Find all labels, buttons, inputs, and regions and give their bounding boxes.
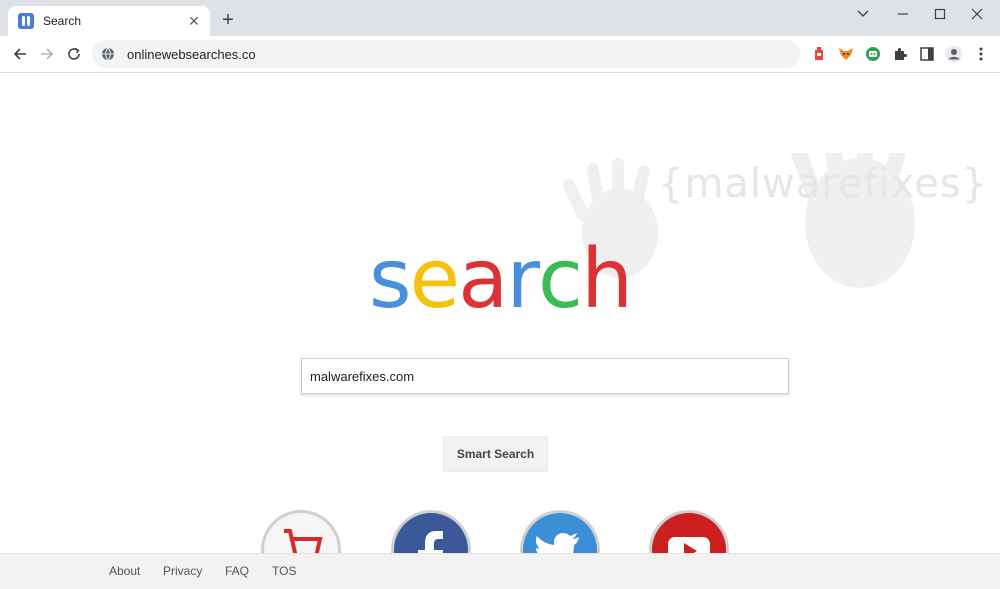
extension-red-icon[interactable] [810,45,828,63]
page-content: {malwarefixes} search Smart Search [0,73,1000,588]
footer-link-about[interactable]: About [109,564,140,578]
footer-link-privacy[interactable]: Privacy [163,564,202,578]
tab-title: Search [43,14,82,28]
profile-icon[interactable] [945,45,963,63]
url-text: onlinewebsearches.co [127,46,256,62]
browser-tab[interactable]: Search ✕ [8,6,210,36]
search-box [301,358,789,394]
site-favicon [18,13,34,29]
search-input[interactable] [308,359,782,393]
watermark-text: {malwarefixes} [658,161,988,207]
logo-letter: h [581,232,633,327]
logo-letter: c [538,232,583,327]
smart-search-button[interactable]: Smart Search [443,436,548,472]
footer-link-faq[interactable]: FAQ [225,564,249,578]
title-bar: Search ✕ + [0,0,1000,36]
back-arrow-icon[interactable] [8,42,32,66]
extension-green-icon[interactable] [864,45,882,63]
minimize-icon[interactable] [884,0,922,28]
logo-letter: s [368,232,412,327]
puzzle-icon[interactable] [891,45,909,63]
maximize-icon[interactable] [921,0,959,28]
fox-icon[interactable] [837,45,855,63]
close-icon[interactable] [958,0,996,28]
page-footer: About Privacy FAQ TOS [0,553,1000,589]
globe-icon[interactable] [101,47,115,61]
footer-link-tos[interactable]: TOS [272,564,296,578]
logo-letter: r [506,232,540,327]
kebab-menu-icon[interactable] [972,45,990,63]
browser-toolbar: onlinewebsearches.co [0,36,1000,73]
logo-letter: e [409,232,460,327]
chevron-down-icon[interactable] [844,0,882,28]
search-logo: search [0,235,1000,325]
reload-icon[interactable] [62,42,86,66]
plus-icon[interactable]: + [218,10,238,30]
close-icon[interactable]: ✕ [186,13,202,29]
logo-letter: a [458,232,508,327]
address-bar[interactable]: onlinewebsearches.co [92,40,800,68]
forward-arrow-icon[interactable] [35,42,59,66]
sidepanel-icon[interactable] [918,45,936,63]
